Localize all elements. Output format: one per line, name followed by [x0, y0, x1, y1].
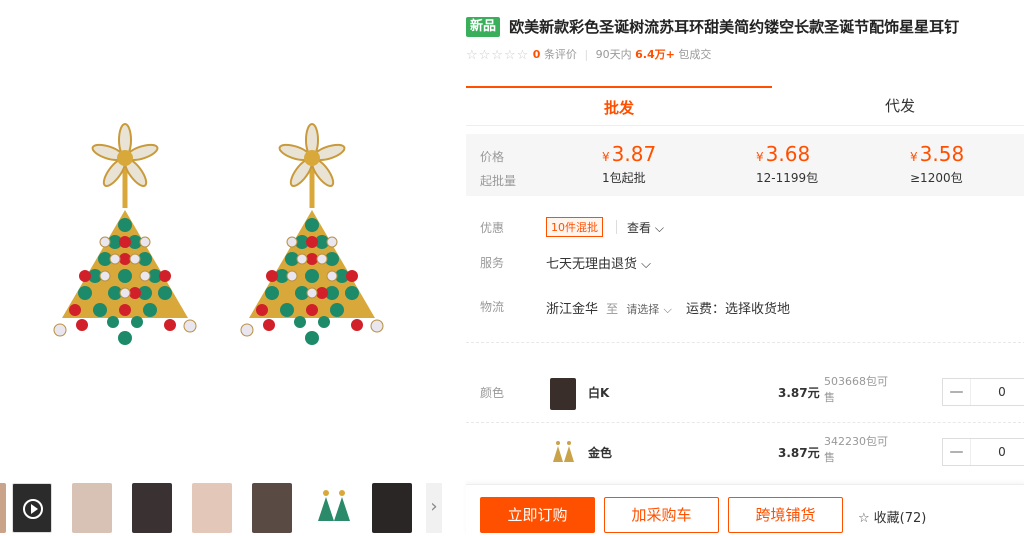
- thumbnail[interactable]: [132, 483, 172, 533]
- christmas-tree-earrings-image: [53, 123, 384, 345]
- quantity-stepper: — 0: [942, 438, 1024, 466]
- main-product-image[interactable]: [0, 0, 450, 470]
- thumbnail[interactable]: [312, 483, 352, 533]
- product-title: 欧美新款彩色圣诞树流苏耳环甜美简约镂空长款圣诞节配饰星星耳钉: [509, 18, 960, 36]
- tree-earring-icon: [553, 441, 574, 462]
- price-label: 价格: [480, 150, 505, 164]
- sku-thumbnail[interactable]: [550, 438, 576, 470]
- thumbnail[interactable]: [372, 483, 412, 533]
- divider: [466, 422, 1024, 423]
- price-tier: ¥3.68 12-1199包: [756, 142, 856, 186]
- tab-dropship[interactable]: 代发: [774, 86, 1024, 126]
- cross-border-button[interactable]: 跨境铺货: [728, 497, 843, 533]
- sku-stock: 503668包可售: [824, 375, 888, 404]
- service-dropdown[interactable]: 七天无理由退货 ⌵: [546, 253, 651, 272]
- sku-price: 3.87元: [778, 446, 820, 460]
- currency-symbol: ¥: [910, 150, 918, 164]
- play-icon: [23, 499, 43, 519]
- logistics-row: 浙江金华 至 请选择 ⌵ 运费：选择收货地: [546, 298, 790, 317]
- promo-view-link[interactable]: 查看 ⌵: [627, 219, 664, 236]
- sku-option: 金色 3.87元 342230包可售 — 0: [546, 432, 1024, 482]
- new-badge: 新品: [466, 16, 501, 37]
- thumbnail[interactable]: [192, 483, 232, 533]
- product-meta: ☆☆☆☆☆ 0 条评价 | 90天内 6.4万+ 包成交: [466, 46, 711, 66]
- tier-price: 3.87: [611, 142, 657, 166]
- decrement-button[interactable]: —: [943, 439, 971, 465]
- sku-option: 白K 3.87元 503668包可售 — 0: [546, 372, 1024, 422]
- thumbnail[interactable]: [0, 483, 6, 533]
- buy-now-button[interactable]: 立即订购: [480, 497, 595, 533]
- tier-price: 3.58: [919, 142, 965, 166]
- review-count[interactable]: 0: [533, 48, 541, 61]
- sku-name: 白K: [588, 386, 610, 400]
- period-label: 90天内: [595, 48, 632, 61]
- tier-range: 12-1199包: [756, 171, 819, 185]
- thumbnail-video[interactable]: [12, 483, 52, 533]
- origin-city: 浙江金华: [546, 302, 599, 317]
- star-icon: ☆: [858, 511, 870, 526]
- currency-symbol: ¥: [756, 150, 764, 164]
- currency-symbol: ¥: [602, 150, 610, 164]
- thumbnail-strip: ›: [0, 478, 450, 536]
- favorite-label: 收藏(72): [873, 511, 927, 526]
- thumbnail-next-arrow-icon[interactable]: ›: [426, 483, 442, 533]
- promo-tag: 10件混批: [546, 217, 603, 237]
- add-to-cart-button[interactable]: 加采购车: [604, 497, 719, 533]
- rating-stars-icon: ☆☆☆☆☆: [466, 47, 530, 63]
- price-tier: ¥3.87 1包起批: [602, 142, 702, 186]
- decrement-button[interactable]: —: [943, 379, 971, 405]
- thumbnail[interactable]: [252, 483, 292, 533]
- quantity-input[interactable]: 0: [973, 439, 1024, 465]
- to-label: 至: [606, 302, 619, 316]
- tree-earring-icon: [318, 490, 350, 521]
- thumbnail[interactable]: [72, 483, 112, 533]
- logistics-label: 物流: [480, 300, 505, 314]
- sold-count: 6.4万+: [635, 48, 675, 61]
- sku-thumbnail[interactable]: [550, 378, 576, 410]
- favorite-button[interactable]: ☆ 收藏(72): [858, 507, 926, 526]
- tier-price: 3.68: [765, 142, 811, 166]
- price-panel: 价格 起批量 ¥3.87 1包起批 ¥3.68 12-1199包 ¥3.58 ≥…: [466, 134, 1024, 196]
- purchase-mode-tabs: 批发 代发: [466, 86, 1024, 126]
- tier-range: ≥1200包: [910, 171, 963, 185]
- review-label: 条评价: [543, 48, 577, 61]
- sku-price: 3.87元: [778, 386, 820, 400]
- promo-label: 优惠: [480, 221, 505, 235]
- meta-divider: |: [584, 48, 589, 61]
- right-earring: [240, 123, 384, 345]
- min-qty-label: 起批量: [480, 174, 517, 188]
- promo-divider: [616, 220, 617, 234]
- quantity-stepper: — 0: [942, 378, 1024, 406]
- destination-select[interactable]: 请选择: [626, 303, 659, 316]
- left-earring: [53, 123, 197, 345]
- price-tier: ¥3.58 ≥1200包: [910, 142, 1010, 186]
- divider: [466, 342, 1024, 343]
- sku-name: 金色: [588, 446, 613, 460]
- sold-label: 包成交: [678, 48, 712, 61]
- shipping-fee: 运费：选择收货地: [685, 302, 790, 317]
- action-bar: 立即订购 加采购车 跨境铺货 ☆ 收藏(72): [466, 484, 1024, 536]
- quantity-input[interactable]: 0: [973, 379, 1024, 405]
- tier-range: 1包起批: [602, 171, 646, 185]
- service-label: 服务: [480, 256, 505, 270]
- product-title-row: 新品 欧美新款彩色圣诞树流苏耳环甜美简约镂空长款圣诞节配饰星星耳钉: [466, 16, 1024, 38]
- color-label: 颜色: [480, 386, 505, 400]
- tab-wholesale[interactable]: 批发: [466, 86, 772, 126]
- chevron-down-icon[interactable]: ⌵: [663, 303, 671, 316]
- sku-stock: 342230包可售: [824, 435, 888, 464]
